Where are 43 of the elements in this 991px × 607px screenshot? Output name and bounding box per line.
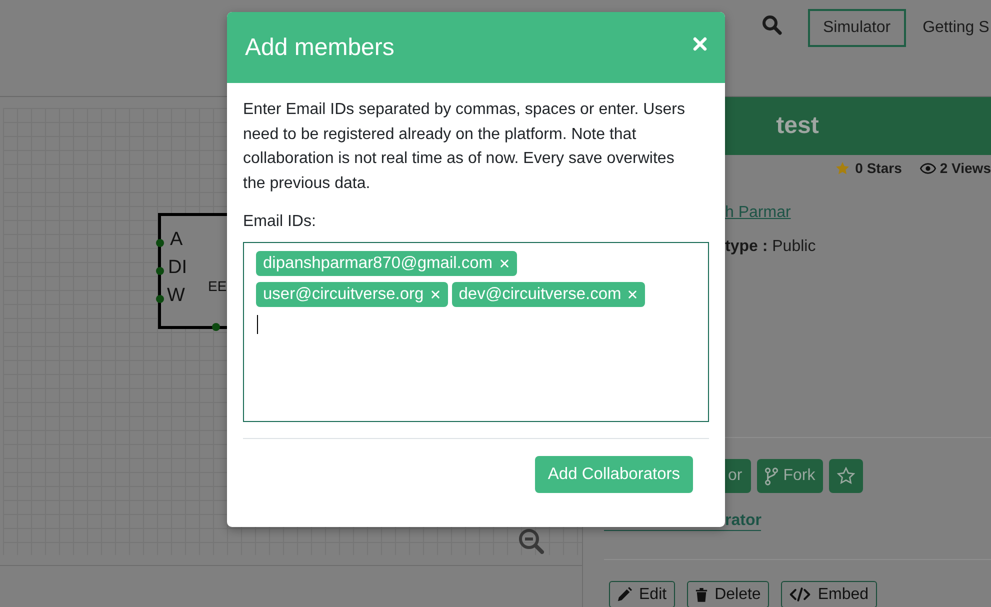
eye-icon [920,162,936,174]
delete-button[interactable]: Delete [686,581,769,607]
edit-button[interactable]: Edit [609,581,675,607]
star-button[interactable] [829,459,864,493]
close-icon[interactable] [693,36,707,50]
modal-title: Add members [245,32,394,62]
embed-button[interactable]: Embed [780,581,877,607]
star-outline-icon [837,467,856,485]
add-collaborators-button[interactable]: Add Collaborators [534,456,693,493]
fork-button[interactable]: Fork [757,459,824,493]
email-address: user@circuitverse.org [263,284,424,306]
field-label: Email IDs: [243,212,317,232]
pin-icon [156,295,164,303]
pencil-icon [617,587,632,602]
zoom-out-icon[interactable] [518,528,544,554]
project-title: test [776,111,819,141]
code-icon [788,587,811,602]
collaborator-button[interactable]: or [725,459,752,493]
pin-icon [156,239,164,247]
remove-icon[interactable] [628,290,638,299]
project-type: type : Public [725,237,816,257]
pin-label: W [167,286,185,306]
pin-icon [212,323,220,331]
pin-icon [156,267,164,275]
email-input-field[interactable]: dipanshparmar870@gmail.com user@circuitverse.org dev@circuitverse.com [243,242,709,422]
remove-icon[interactable] [430,290,440,299]
component-label: EE [208,278,227,294]
search-icon[interactable] [762,15,782,35]
nav-link[interactable]: Getting S [908,9,991,47]
stars-count: 0 Stars [855,158,902,178]
views-count: 2 Views [940,158,991,178]
nav-link[interactable]: Simulator [808,9,906,47]
branch-icon [765,466,778,486]
remove-icon[interactable] [500,259,509,268]
star-icon [835,160,850,176]
email-address: dev@circuitverse.com [458,284,622,306]
text-cursor [257,315,258,334]
pin-label: DI [168,258,187,278]
author-link[interactable]: h Parmar [725,201,791,225]
modal-description: Enter Email IDs separated by commas, spaces or enter. Users need to be registered already on the platform. Note that collaboration is not real time as of now. Every save overwites the previous data. [243,100,686,194]
email-address: dipanshparmar870@gmail.com [263,253,493,274]
pin-label: A [170,230,183,250]
trash-icon [694,587,708,602]
